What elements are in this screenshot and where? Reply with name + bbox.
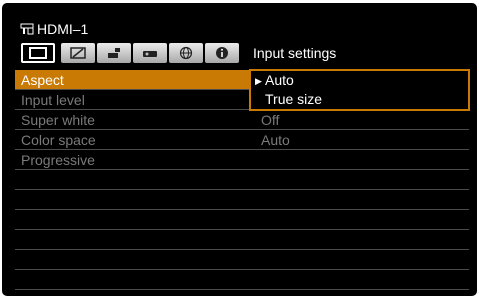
menu-row-empty [15,190,469,210]
menu-row-value: Off [261,112,280,128]
hdmi-icon [20,23,34,35]
input-source-header: HDMI–1 [20,20,88,38]
dropdown-option-true-size[interactable]: True size [251,90,468,109]
menu-row-label: Input level [21,92,85,108]
display-icon [29,47,47,59]
input-source-name: HDMI–1 [37,21,89,37]
menu-tabs: Input settings [21,42,336,64]
tab-display[interactable] [21,43,55,63]
menu-row-empty [15,270,469,290]
picture-adjust-icon [70,47,86,59]
aspect-dropdown[interactable]: ▶ Auto True size [249,69,470,111]
dropdown-option-label: True size [265,91,323,107]
tab-system[interactable] [133,43,167,63]
menu-row-super-white[interactable]: Super white Off [15,110,469,130]
current-marker-icon: ▶ [255,76,262,86]
menu-row-label: Super white [21,112,95,128]
tab-network[interactable] [169,43,203,63]
menu-row-empty [15,210,469,230]
menu-row-empty [15,170,469,190]
tab-installation[interactable] [97,43,131,63]
menu-row-color-space[interactable]: Color space Auto [15,130,469,150]
tab-info[interactable] [205,43,239,63]
menu-row-label: Progressive [21,152,95,168]
system-icon [143,51,157,57]
dropdown-option-label: Auto [265,72,294,88]
menu-row-label: Color space [21,132,96,148]
menu-row-empty [15,230,469,250]
network-icon [179,46,193,60]
menu-row-value: Auto [261,132,290,148]
installation-icon [108,48,120,58]
osd-menu: HDMI–1 Input settings Aspect Input level… [2,3,477,296]
menu-row-empty [15,250,469,270]
info-icon [216,47,228,59]
dropdown-option-auto[interactable]: ▶ Auto [251,71,468,90]
menu-row-progressive[interactable]: Progressive [15,150,469,170]
tab-picture-adjust[interactable] [61,43,95,63]
menu-row-label: Aspect [21,72,64,88]
tab-title: Input settings [253,45,337,61]
